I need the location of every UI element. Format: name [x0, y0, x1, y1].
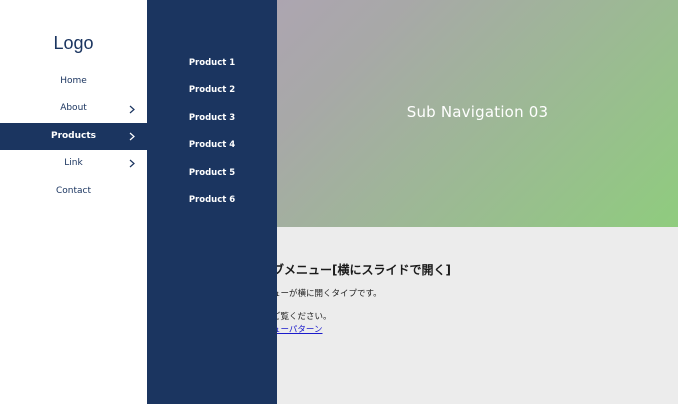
content-description: ューが横に開くタイプです。 [272, 289, 382, 299]
menu-pattern-link[interactable]: ューパターン [272, 323, 323, 335]
main-nav: Home About Products Link Contact [0, 68, 147, 205]
nav-item-products[interactable]: Products [0, 122, 147, 151]
nav-item-contact[interactable]: Contact [0, 178, 147, 205]
nav-item-label: Products [50, 130, 97, 141]
nav-item-link[interactable]: Link [0, 150, 147, 177]
content-note: ご覧ください。 [272, 312, 332, 322]
content-heading: ブメニュー[横にスライドで開く] [272, 263, 451, 277]
chevron-right-icon [127, 150, 137, 177]
sub-nav-list: Product 1 Product 2 Product 3 Product 4 … [147, 50, 277, 214]
sub-nav-item-product-5[interactable]: Product 5 [147, 160, 277, 187]
nav-item-label: Contact [55, 185, 91, 196]
nav-item-label: About [60, 103, 87, 114]
sub-nav-item-product-6[interactable]: Product 6 [147, 187, 277, 214]
chevron-right-icon [127, 123, 137, 150]
nav-item-label: Link [64, 158, 83, 169]
logo[interactable]: Logo [0, 33, 147, 54]
nav-item-about[interactable]: About [0, 95, 147, 122]
sub-nav-item-product-1[interactable]: Product 1 [147, 50, 277, 77]
sub-nav-item-product-3[interactable]: Product 3 [147, 105, 277, 132]
sidebar: Logo Home About Products Link Contact [0, 0, 147, 404]
hero-title: Sub Navigation 03 [406, 103, 549, 121]
nav-item-home[interactable]: Home [0, 68, 147, 95]
nav-item-label: Home [60, 76, 87, 86]
chevron-right-icon [127, 95, 137, 122]
sub-nav-item-product-4[interactable]: Product 4 [147, 132, 277, 159]
sub-navigation-panel: Product 1 Product 2 Product 3 Product 4 … [147, 0, 277, 404]
page: Sub Navigation 03 ブメニュー[横にスライドで開く] ューが横に… [0, 0, 678, 404]
sub-nav-item-product-2[interactable]: Product 2 [147, 77, 277, 104]
